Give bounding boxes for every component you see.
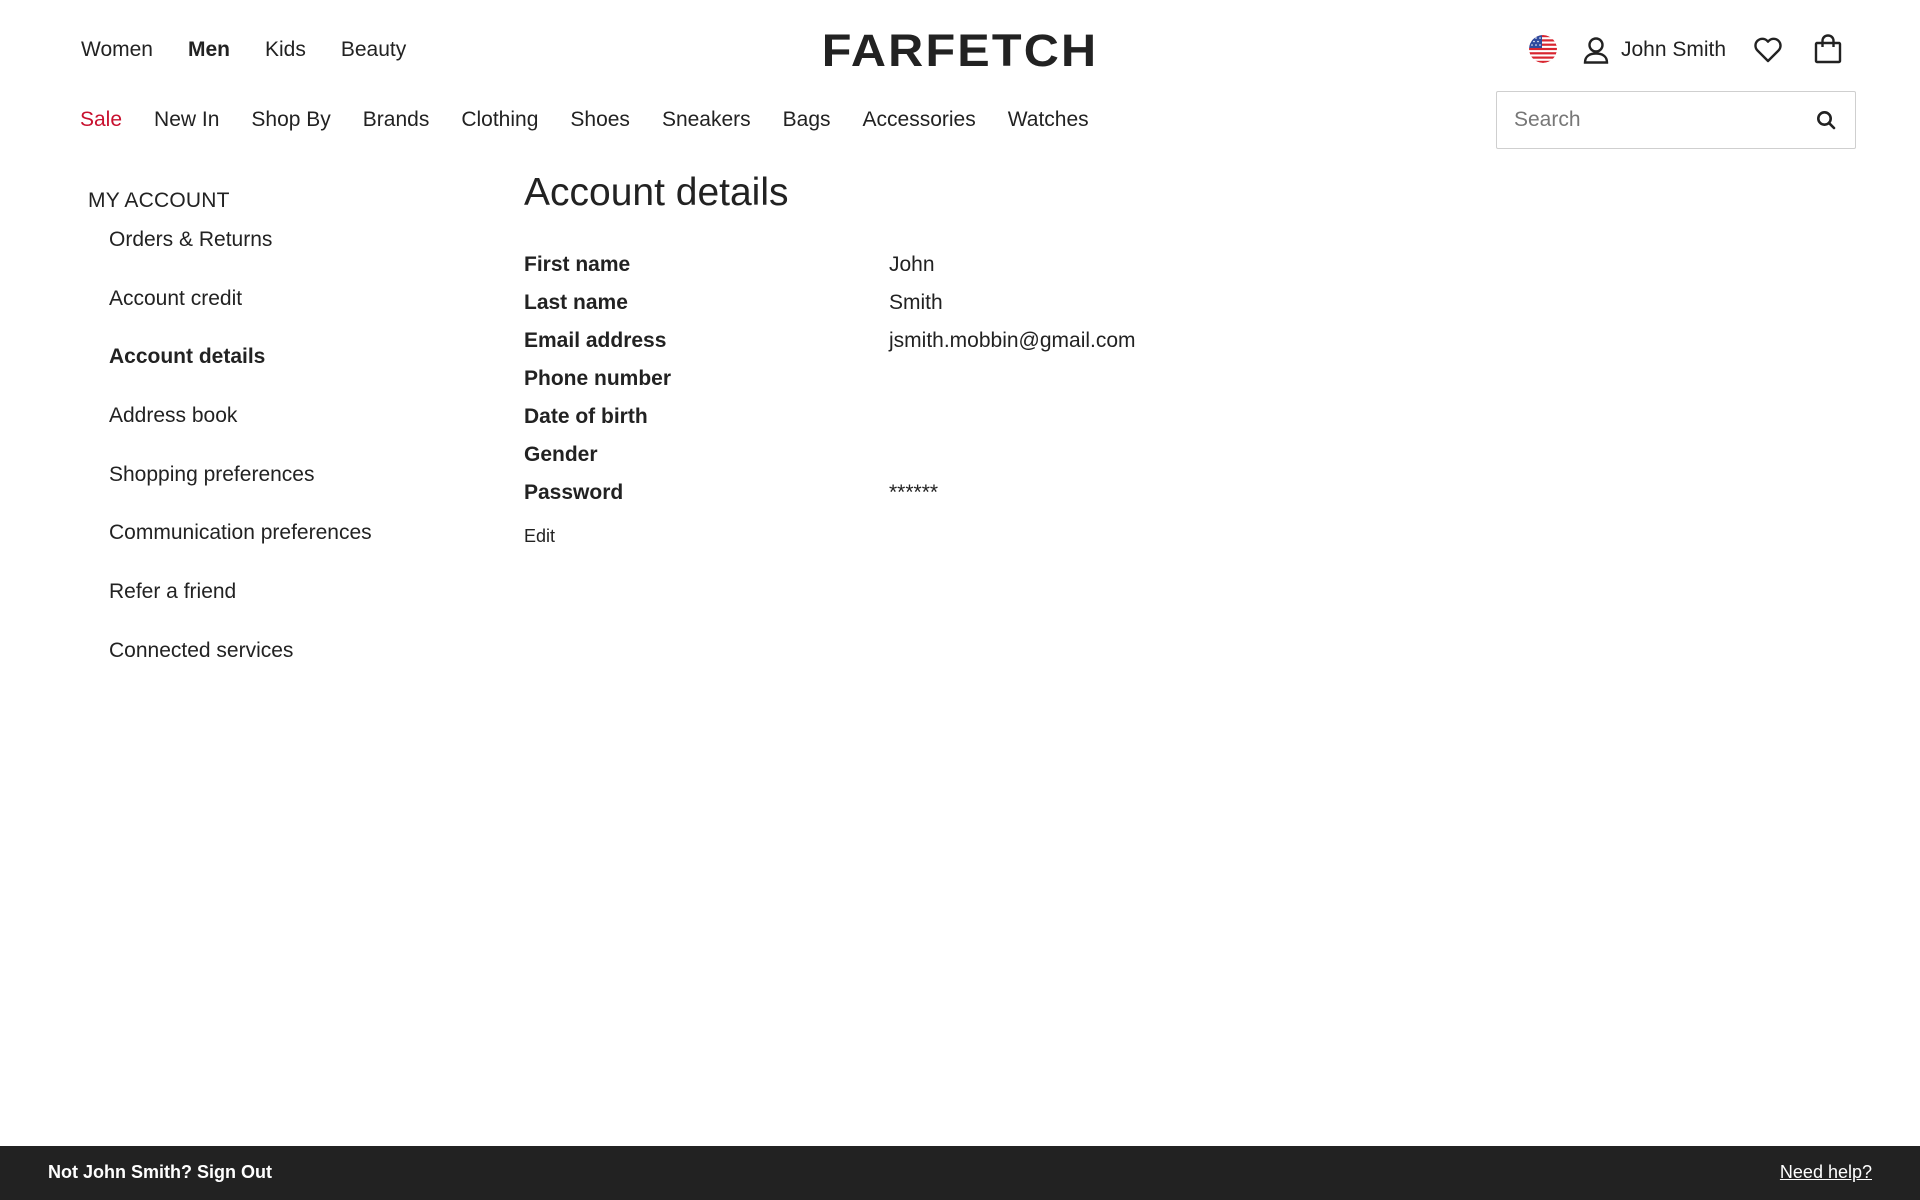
search-icon[interactable]: [1797, 92, 1855, 148]
detail-label: Last name: [524, 291, 628, 314]
account-sidebar: MY ACCOUNT Orders & Returns Account cred…: [88, 186, 468, 692]
detail-row-password: Password ******: [524, 474, 1824, 512]
detail-value: ******: [889, 481, 939, 504]
detail-row-first-name: First name John: [524, 246, 1824, 284]
detail-row-phone: Phone number: [524, 360, 1824, 398]
detail-value: John: [889, 253, 935, 276]
category-bags[interactable]: Bags: [783, 106, 831, 134]
page-title: Account details: [524, 171, 789, 214]
category-new-in[interactable]: New In: [154, 106, 219, 134]
detail-label: Email address: [524, 329, 667, 352]
category-sale[interactable]: Sale: [80, 106, 122, 134]
footer-bar: Not John Smith? Sign Out Need help?: [0, 1146, 1920, 1200]
sidebar-item-shopping-preferences[interactable]: Shopping preferences: [88, 457, 468, 516]
detail-label: Date of birth: [524, 405, 648, 428]
us-flag-icon[interactable]: [1529, 35, 1557, 63]
gender-nav: Women Men Kids Beauty: [81, 36, 441, 64]
heart-icon[interactable]: [1754, 37, 1782, 63]
category-watches[interactable]: Watches: [1008, 106, 1089, 134]
detail-label: Phone number: [524, 367, 672, 390]
category-shoes[interactable]: Shoes: [570, 106, 630, 134]
user-name: John Smith: [1621, 38, 1727, 61]
category-accessories[interactable]: Accessories: [863, 106, 976, 134]
gender-nav-beauty[interactable]: Beauty: [341, 36, 406, 64]
search-input[interactable]: [1497, 92, 1797, 148]
shopping-bag-icon[interactable]: [1814, 34, 1842, 64]
sidebar-title: MY ACCOUNT: [88, 189, 230, 212]
account-details-list: First name John Last name Smith Email ad…: [524, 246, 1824, 512]
detail-row-last-name: Last name Smith: [524, 284, 1824, 322]
need-help-link[interactable]: Need help?: [1780, 1162, 1872, 1183]
category-shop-by[interactable]: Shop By: [251, 106, 330, 134]
account-link[interactable]: John Smith: [1583, 36, 1726, 64]
edit-link[interactable]: Edit: [524, 526, 555, 547]
category-sneakers[interactable]: Sneakers: [662, 106, 751, 134]
gender-nav-women[interactable]: Women: [81, 36, 153, 64]
farfetch-logo[interactable]: FARFETCH: [814, 26, 1106, 76]
gender-nav-kids[interactable]: Kids: [265, 36, 306, 64]
user-icon: [1583, 36, 1609, 64]
gender-nav-men[interactable]: Men: [188, 36, 230, 64]
category-brands[interactable]: Brands: [363, 106, 430, 134]
detail-row-gender: Gender: [524, 436, 1824, 474]
category-clothing[interactable]: Clothing: [461, 106, 538, 134]
sidebar-item-connected-services[interactable]: Connected services: [88, 633, 468, 692]
detail-label: First name: [524, 253, 631, 276]
sidebar-item-account-details[interactable]: Account details: [88, 339, 468, 398]
sidebar-item-orders-returns[interactable]: Orders & Returns: [88, 222, 468, 281]
detail-row-email: Email address jsmith.mobbin@gmail.com: [524, 322, 1824, 360]
sidebar-item-account-credit[interactable]: Account credit: [88, 281, 468, 340]
account-details-page: Women Men Kids Beauty FARFETCH John Smit…: [0, 0, 1920, 1200]
top-header: Women Men Kids Beauty FARFETCH John Smit…: [0, 0, 1920, 90]
detail-value: jsmith.mobbin@gmail.com: [889, 329, 1136, 352]
sidebar-item-address-book[interactable]: Address book: [88, 398, 468, 457]
detail-value: Smith: [889, 291, 943, 314]
category-nav: Sale New In Shop By Brands Clothing Shoe…: [80, 106, 1121, 134]
search-box: [1496, 91, 1856, 149]
detail-label: Gender: [524, 443, 598, 466]
sidebar-item-refer-a-friend[interactable]: Refer a friend: [88, 574, 468, 633]
main-content: Account details First name John Last nam…: [524, 168, 1824, 547]
sidebar-item-communication-preferences[interactable]: Communication preferences: [88, 515, 468, 574]
detail-row-date-of-birth: Date of birth: [524, 398, 1824, 436]
detail-label: Password: [524, 481, 624, 504]
sign-out-link[interactable]: Not John Smith? Sign Out: [48, 1162, 272, 1183]
